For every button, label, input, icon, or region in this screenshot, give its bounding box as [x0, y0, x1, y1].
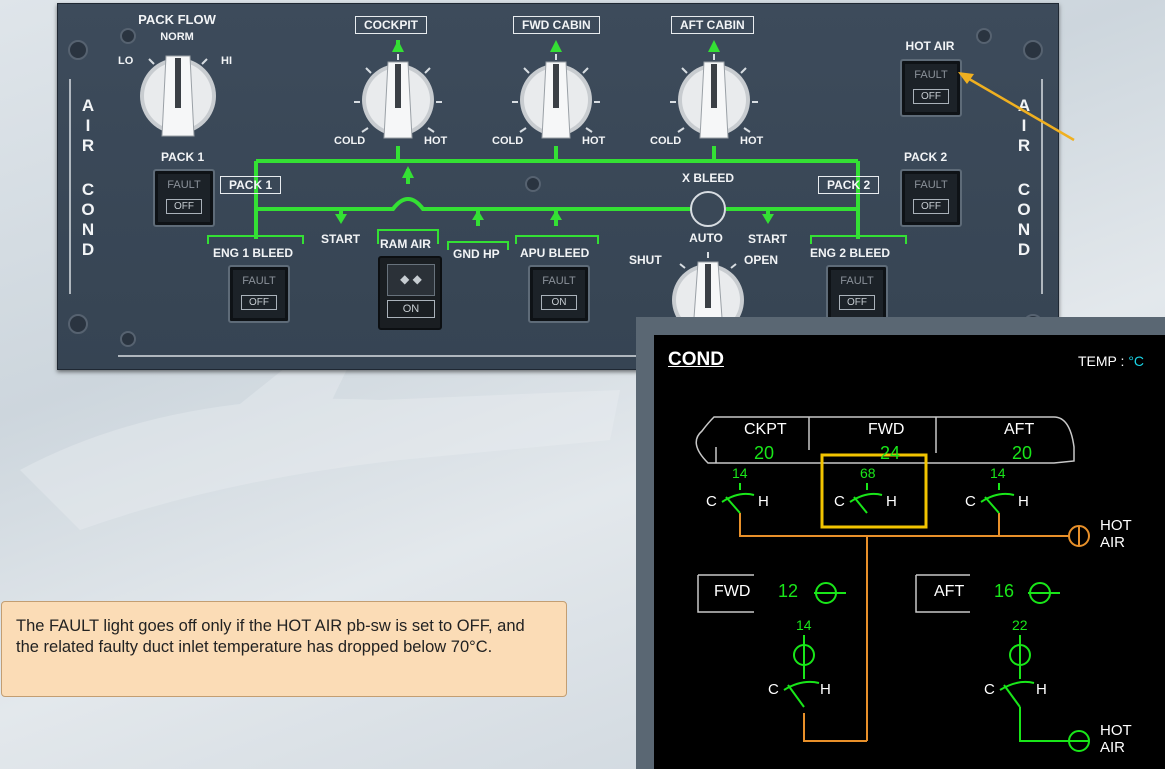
- ram-air-on-light: ON: [387, 300, 435, 318]
- zone-fwd-duct-temp: 68: [860, 465, 876, 481]
- ecam-cond-schematic: [695, 416, 1090, 752]
- eng2-bleed-label: ENG 2 BLEED: [810, 246, 891, 260]
- explanation-note: The FAULT light goes off only if the HOT…: [1, 601, 567, 697]
- eng2-bleed-fault-light: FAULT: [840, 275, 874, 287]
- apu-bleed-pushbutton[interactable]: FAULT ON: [528, 265, 590, 323]
- ckpt-valve-c: C: [706, 493, 717, 510]
- hot-air-off-light: OFF: [913, 89, 949, 104]
- pack2-fault-light: FAULT: [914, 179, 948, 191]
- pack1-fault-light: FAULT: [167, 179, 201, 191]
- cargo-aft-duct-temp: 22: [1012, 617, 1028, 633]
- aft-cabin-selector-label: AFT CABIN: [671, 16, 754, 34]
- pack2-pushbutton[interactable]: FAULT OFF: [900, 169, 962, 227]
- hot-air-label-bottom: HOT AIR: [1100, 722, 1132, 756]
- fwd-valve-h: H: [886, 493, 897, 510]
- cargo-fwd-temp: 12: [778, 581, 799, 601]
- pack-flow-lo-label: LO: [118, 55, 134, 67]
- fwd-cabin-selector-label: FWD CABIN: [513, 16, 600, 34]
- aft-cabin-temp-selector-knob[interactable]: [668, 52, 760, 144]
- x-bleed-selector-knob[interactable]: [662, 252, 754, 318]
- cockpit-cold-label: COLD: [334, 135, 366, 147]
- cargo-aft-valve-h: H: [1036, 681, 1047, 698]
- zone-aft-name: AFT: [1004, 421, 1035, 438]
- zone-ckpt-duct-temp: 14: [732, 465, 748, 481]
- pack1-off-light: OFF: [166, 199, 202, 214]
- aft-valve-h: H: [1018, 493, 1029, 510]
- aft-cabin-cold-label: COLD: [650, 135, 682, 147]
- cargo-fwd-valve-h: H: [820, 681, 831, 698]
- zone-aft-duct-temp: 14: [990, 465, 1006, 481]
- pack2-off-light: OFF: [913, 199, 949, 214]
- ram-air-guard-cover[interactable]: ◆ ◆: [387, 264, 435, 296]
- cockpit-temp-selector-knob[interactable]: [352, 52, 444, 144]
- gnd-hp-label: GND HP: [453, 247, 500, 261]
- fwd-valve-c: C: [834, 493, 845, 510]
- ckpt-valve-h: H: [758, 493, 769, 510]
- note-text: The FAULT light goes off only if the HOT…: [16, 617, 525, 656]
- pack1-schematic-label: PACK 1: [220, 176, 282, 194]
- pack-flow-norm-label: NORM: [160, 31, 194, 43]
- hot-air-label: HOT AIR: [905, 39, 955, 53]
- hot-air-fault-light: FAULT: [914, 69, 948, 81]
- eng1-bleed-off-light: OFF: [241, 295, 277, 310]
- zone-fwd-name: FWD: [868, 421, 905, 438]
- zone-aft-temp: 20: [1012, 443, 1033, 463]
- fwd-cabin-temp-selector-knob[interactable]: [510, 52, 602, 144]
- hot-air-label-top: HOT AIR: [1100, 517, 1132, 551]
- ram-air-guarded-pushbutton[interactable]: ◆ ◆ ON: [378, 256, 442, 330]
- cargo-aft-name: AFT: [934, 583, 965, 600]
- ram-air-label: RAM AIR: [380, 237, 431, 251]
- pack1-label: PACK 1: [161, 150, 205, 164]
- apu-bleed-label: APU BLEED: [520, 246, 590, 260]
- fwd-cabin-cold-label: COLD: [492, 135, 524, 147]
- pack-flow-selector-knob[interactable]: [132, 46, 224, 142]
- eng1-bleed-pushbutton[interactable]: FAULT OFF: [228, 265, 290, 323]
- cargo-aft-valve-c: C: [984, 681, 995, 698]
- x-bleed-label: X BLEED: [681, 171, 735, 185]
- pack2-schematic-label: PACK 2: [818, 176, 880, 194]
- x-bleed-auto-label: AUTO: [689, 231, 723, 245]
- cargo-fwd-valve-c: C: [768, 681, 779, 698]
- air-cond-overhead-panel: AIR COND AIR COND PACK FLOW NORM LO HI C…: [57, 3, 1059, 370]
- callout-arrow: [958, 72, 1075, 142]
- cargo-fwd-name: FWD: [714, 583, 751, 600]
- cargo-aft-temp: 16: [994, 581, 1015, 601]
- eng1-bleed-label: ENG 1 BLEED: [213, 246, 294, 260]
- cargo-fwd-duct-temp: 14: [796, 617, 812, 633]
- zone-ckpt-temp: 20: [754, 443, 775, 463]
- start-label-left: START: [321, 232, 361, 246]
- eng1-bleed-fault-light: FAULT: [242, 275, 276, 287]
- eng2-bleed-off-light: OFF: [839, 295, 875, 310]
- zone-fwd-temp: 24: [880, 443, 901, 463]
- pack2-label: PACK 2: [904, 150, 948, 164]
- x-bleed-shut-label: SHUT: [629, 253, 662, 267]
- start-label-right: START: [748, 232, 788, 246]
- zone-ckpt-name: CKPT: [744, 421, 787, 438]
- apu-bleed-fault-light: FAULT: [542, 275, 576, 287]
- eng2-bleed-pushbutton[interactable]: FAULT OFF: [826, 265, 888, 323]
- apu-bleed-on-light: ON: [541, 295, 577, 310]
- fwd-cabin-hot-label: HOT: [582, 135, 606, 147]
- cockpit-selector-label: COCKPIT: [355, 16, 427, 34]
- aft-cabin-hot-label: HOT: [740, 135, 764, 147]
- pack-flow-title: PACK FLOW: [138, 12, 216, 27]
- ecam-display-bezel: COND TEMP : °C CKPT 20 FWD 24 AFT 20 14 …: [636, 317, 1165, 769]
- ecam-cond-page: COND TEMP : °C CKPT 20 FWD 24 AFT 20 14 …: [654, 335, 1165, 769]
- pack1-pushbutton[interactable]: FAULT OFF: [153, 169, 215, 227]
- aft-valve-c: C: [965, 493, 976, 510]
- cockpit-hot-label: HOT: [424, 135, 448, 147]
